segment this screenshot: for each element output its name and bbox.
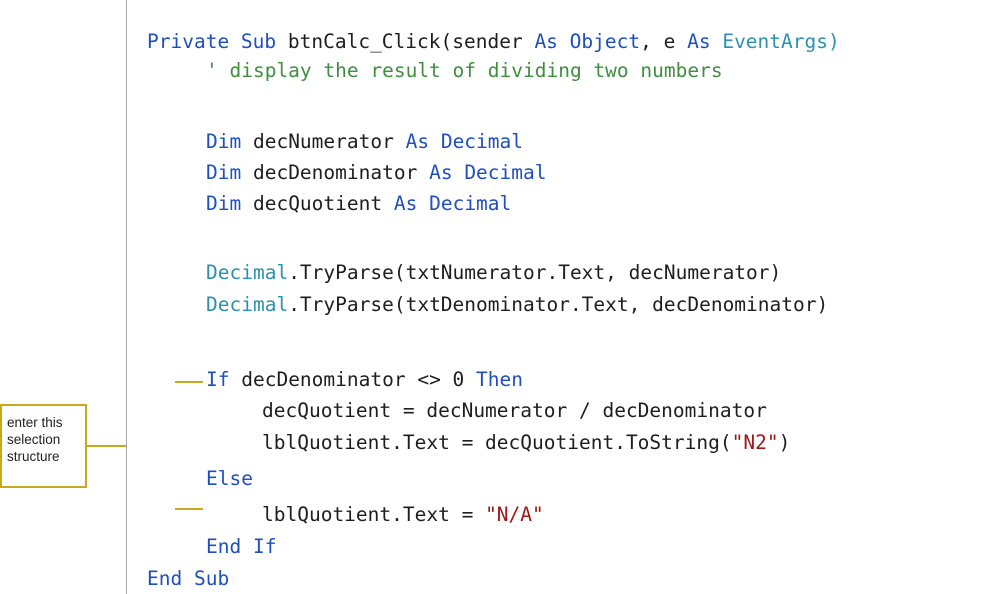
type-decimal: Decimal: [206, 261, 289, 284]
code-line-else: Else: [206, 467, 253, 490]
assignment-text: lblQuotient.Text =: [262, 503, 486, 526]
code-line-sub-header: Private Sub btnCalc_Click(sender As Obje…: [147, 27, 840, 57]
bracket-bottom-tick: [175, 508, 203, 510]
code-line-dim-denominator: Dim decDenominator As Decimal: [206, 158, 547, 188]
condition: decDenominator <> 0: [241, 368, 477, 391]
type-eventargs: EventArgs): [722, 30, 840, 53]
code-line-quotient-assign: decQuotient = decNumerator / decDenomina…: [262, 399, 767, 422]
code-line-if: If decDenominator <> 0 Then: [206, 365, 523, 395]
keyword-if: If: [206, 368, 242, 391]
bracket-top-tick: [175, 381, 203, 383]
keyword-as: As: [534, 30, 570, 53]
variable-name: decNumerator: [252, 130, 406, 153]
type-decimal: Decimal: [206, 293, 289, 316]
keyword-object: Object: [569, 30, 641, 53]
code-line-comment: ' display the result of dividing two num…: [206, 59, 723, 82]
tryparse-call: .TryParse(txtNumerator.Text, decNumerato…: [288, 261, 782, 284]
keyword-decimal: Decimal: [464, 161, 547, 184]
annotation-line-2: selection: [7, 432, 61, 447]
keyword-as: As: [405, 130, 441, 153]
code-line-end-sub: End Sub: [147, 567, 230, 590]
keyword-as: As: [429, 161, 465, 184]
keyword-private-sub: Private Sub: [147, 30, 288, 53]
keyword-dim: Dim: [206, 130, 253, 153]
code-line-end-if: End If: [206, 535, 277, 558]
code-line-label-n2: lblQuotient.Text = decQuotient.ToString(…: [262, 428, 790, 458]
code-line-dim-numerator: Dim decNumerator As Decimal: [206, 127, 523, 157]
code-line-tryparse-denominator: Decimal.TryParse(txtDenominator.Text, de…: [206, 290, 828, 320]
assignment-text: lblQuotient.Text = decQuotient.ToString(: [262, 431, 732, 454]
keyword-as: As: [393, 192, 430, 215]
method-signature: btnCalc_Click(sender: [287, 30, 535, 53]
code-editor[interactable]: Private Sub btnCalc_Click(sender As Obje…: [126, 0, 986, 594]
keyword-dim: Dim: [206, 192, 253, 215]
keyword-then: Then: [476, 368, 524, 391]
string-literal: "N/A": [485, 503, 544, 526]
string-literal: "N2": [731, 431, 779, 454]
annotation-line-1: enter this: [7, 415, 63, 430]
keyword-dim: Dim: [206, 161, 253, 184]
annotation-line-3: structure: [7, 449, 60, 464]
param-e: , e: [640, 30, 688, 53]
code-line-dim-quotient: Dim decQuotient As Decimal: [206, 189, 511, 219]
tryparse-call: .TryParse(txtDenominator.Text, decDenomi…: [288, 293, 829, 316]
annotation-callout: enter this selection structure: [0, 404, 87, 488]
closing-paren: ): [778, 431, 791, 454]
variable-name: decDenominator: [252, 161, 430, 184]
code-line-tryparse-numerator: Decimal.TryParse(txtNumerator.Text, decN…: [206, 258, 781, 288]
variable-name: decQuotient: [252, 192, 394, 215]
keyword-as: As: [687, 30, 723, 53]
keyword-decimal: Decimal: [440, 130, 524, 153]
keyword-decimal: Decimal: [429, 192, 512, 215]
code-line-label-na: lblQuotient.Text = "N/A": [262, 500, 544, 530]
